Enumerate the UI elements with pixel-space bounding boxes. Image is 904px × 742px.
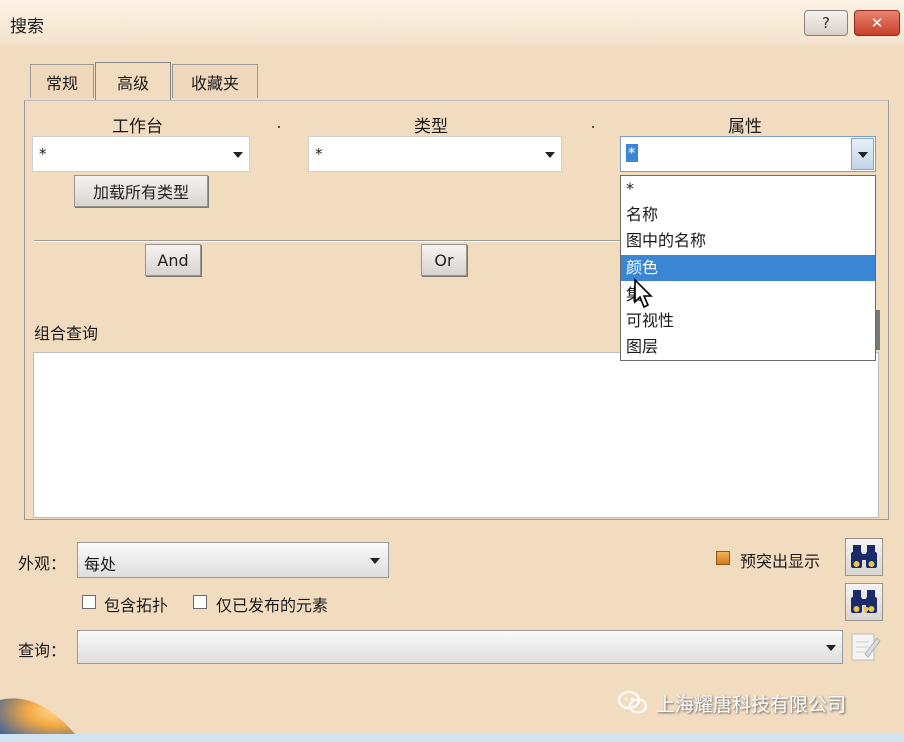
close-icon: ✕ (870, 14, 884, 32)
binoculars-icon (851, 545, 877, 568)
type-label: 类型 (414, 117, 448, 137)
dropdown-option[interactable]: 集 (621, 282, 875, 308)
attribute-dropdown-list: * 名称 图中的名称 颜色 集 可视性 图层 (620, 175, 876, 361)
window-title: 搜索 (10, 17, 44, 37)
binoculars-select-icon (851, 590, 877, 614)
edit-note-icon (851, 633, 881, 661)
tab-advanced[interactable]: 高级 (95, 62, 171, 100)
preview-highlight-checkbox[interactable] (716, 551, 730, 565)
watermark-text: 上海耀唐科技有限公司 (656, 693, 847, 716)
dropdown-option[interactable]: 图层 (621, 334, 875, 360)
chevron-down-icon (233, 152, 243, 158)
edit-query-button[interactable] (847, 628, 883, 664)
combined-query-label: 组合查询 (34, 324, 99, 343)
chevron-down-icon (370, 558, 380, 564)
separator-dot (278, 126, 280, 128)
tab-favorites-label: 收藏夹 (190, 73, 239, 93)
published-only-label: 仅已发布的元素 (216, 596, 329, 615)
workbench-label: 工作台 (112, 117, 163, 137)
tab-general-label: 常规 (45, 73, 78, 93)
mouse-cursor-icon (634, 278, 653, 309)
workbench-select[interactable]: * (32, 136, 250, 172)
bottom-border (0, 734, 904, 742)
title-bar: 搜索 ? ✕ (0, 0, 904, 46)
and-button[interactable]: And (145, 244, 201, 276)
and-label: And (157, 250, 189, 270)
wechat-icon (618, 691, 647, 714)
type-select[interactable]: * (308, 136, 562, 172)
help-icon: ? (822, 14, 830, 32)
include-topology-checkbox[interactable] (82, 595, 96, 609)
appearance-select[interactable]: 每处 (77, 542, 389, 578)
dropdown-option[interactable]: 可视性 (621, 308, 875, 334)
appearance-value: 每处 (84, 555, 117, 574)
attribute-label: 属性 (728, 117, 762, 137)
chevron-down-icon (545, 152, 555, 158)
close-button[interactable]: ✕ (854, 10, 900, 36)
search-button[interactable] (845, 538, 883, 576)
attribute-dropdown-button[interactable] (851, 138, 874, 170)
dropdown-option[interactable]: * (621, 176, 875, 202)
scrollbar-thumb[interactable] (876, 310, 880, 350)
separator-dot (592, 126, 594, 128)
combined-query-textarea[interactable] (33, 352, 879, 518)
or-label: Or (434, 250, 454, 270)
chevron-down-icon (858, 152, 868, 158)
appearance-label: 外观： (18, 554, 67, 573)
load-all-types-label: 加载所有类型 (92, 183, 189, 202)
chevron-down-icon (826, 645, 836, 651)
search-and-select-button[interactable] (845, 583, 883, 621)
include-topology-label: 包含拓扑 (104, 596, 169, 615)
dropdown-option[interactable]: 名称 (621, 202, 875, 228)
attribute-value: * (626, 144, 638, 162)
preview-highlight-label: 预突出显示 (740, 552, 821, 571)
dropdown-option-highlighted[interactable]: 颜色 (621, 255, 875, 281)
attribute-select[interactable]: * (620, 136, 876, 172)
or-button[interactable]: Or (421, 244, 467, 276)
tab-general[interactable]: 常规 (30, 64, 94, 98)
dropdown-option[interactable]: 图中的名称 (621, 228, 875, 254)
type-value: * (315, 145, 323, 163)
load-all-types-button[interactable]: 加载所有类型 (74, 175, 208, 207)
query-select[interactable] (77, 630, 843, 664)
globe-logo-icon (0, 698, 80, 740)
help-button[interactable]: ? (804, 10, 848, 36)
watermark: 上海耀唐科技有限公司 (618, 685, 846, 721)
tab-favorites[interactable]: 收藏夹 (172, 64, 258, 98)
query-label: 查询： (18, 641, 67, 660)
workbench-value: * (39, 145, 47, 163)
tab-advanced-label: 高级 (116, 73, 149, 93)
published-only-checkbox[interactable] (193, 595, 207, 609)
